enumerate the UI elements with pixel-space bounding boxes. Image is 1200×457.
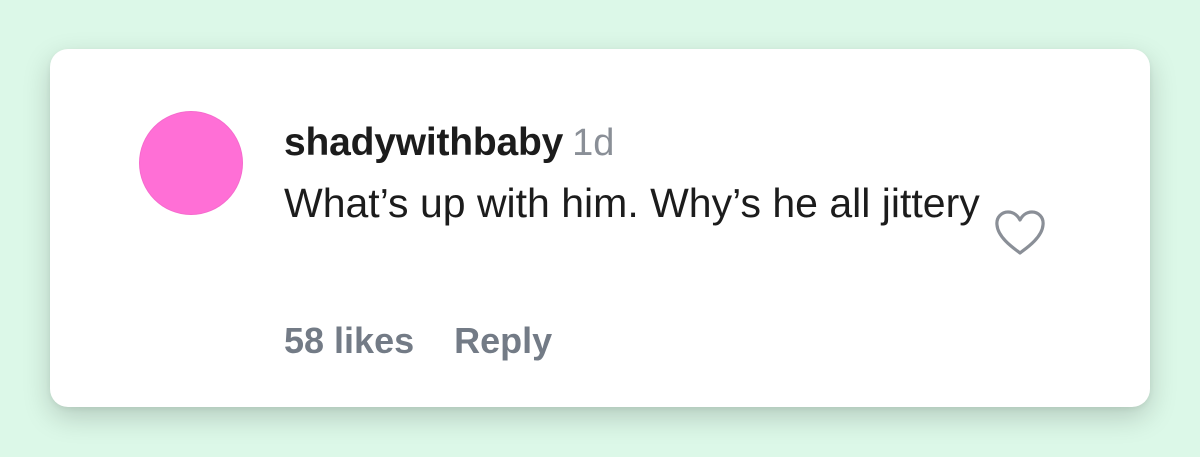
timestamp: 1d [572,122,615,164]
likes-count-link[interactable]: 58 likes [284,317,414,365]
comment-header: shadywithbaby 1d [284,119,614,175]
reply-button[interactable]: Reply [454,317,552,365]
comment-text: What’s up with him. Why’s he all jittery [284,180,980,226]
avatar[interactable] [139,111,243,215]
like-button[interactable] [992,207,1048,259]
comment-card: shadywithbaby 1d What’s up with him. Why’… [50,49,1150,407]
username-link[interactable]: shadywithbaby [284,121,563,164]
heart-icon [995,210,1045,255]
comment-actions: 58 likes Reply [284,317,552,365]
